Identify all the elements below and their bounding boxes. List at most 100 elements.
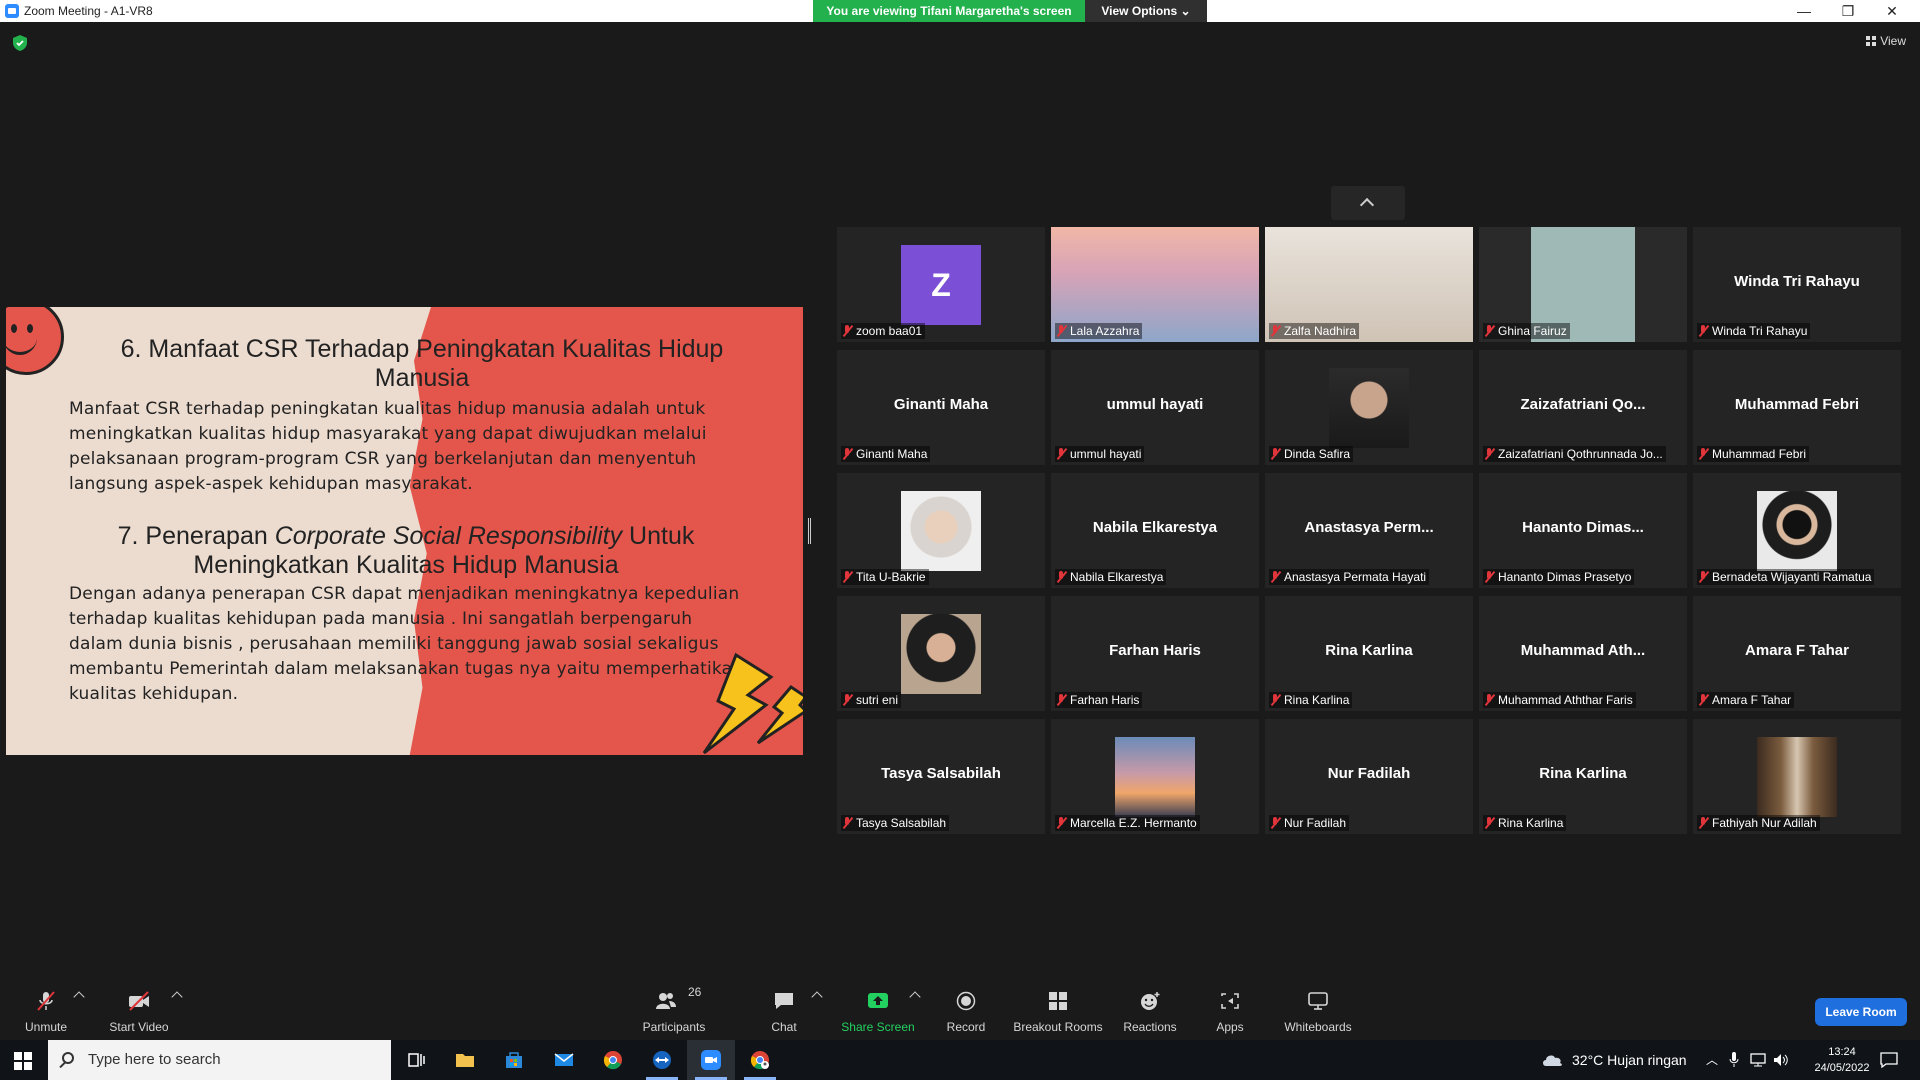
participant-tile[interactable]: Lala Azzahra [1051, 227, 1259, 342]
muted-mic-icon [1484, 325, 1494, 337]
view-button-label: View [1880, 34, 1906, 48]
maximize-button[interactable]: ❐ [1826, 0, 1870, 22]
muted-mic-icon [1270, 448, 1280, 460]
participant-tile[interactable]: Zalfa Nadhira [1265, 227, 1473, 342]
notifications-icon[interactable] [1880, 1052, 1898, 1068]
participant-tile[interactable]: Bernadeta Wijayanti Ramatua [1693, 473, 1901, 588]
share-options-caret[interactable] [908, 975, 922, 1040]
participant-name: Tita U-Bakrie [856, 570, 926, 584]
participant-tile[interactable]: Ghina Fairuz [1479, 227, 1687, 342]
view-options-button[interactable]: View Options ⌄ [1085, 0, 1207, 22]
unmute-label: Unmute [24, 1020, 68, 1034]
participant-display-name: Winda Tri Rahayu [1734, 273, 1860, 290]
participant-tile[interactable]: ummul hayati ummul hayati [1051, 350, 1259, 465]
participant-name-label: Ginanti Maha [841, 446, 931, 462]
close-button[interactable]: ✕ [1870, 0, 1914, 22]
participant-tile[interactable]: Rina Karlina Rina Karlina [1265, 596, 1473, 711]
slide-heading-7: 7. Penerapan Corporate Social Responsibi… [66, 522, 746, 580]
participant-name: Amara F Tahar [1712, 693, 1792, 707]
participant-tile[interactable]: Ginanti Maha Ginanti Maha [837, 350, 1045, 465]
chat-button[interactable]: Chat [762, 975, 806, 1040]
show-hidden-icons-caret[interactable]: ︿ [1706, 1040, 1718, 1080]
taskbar-teamviewer[interactable] [638, 1040, 686, 1080]
participant-tile[interactable]: Marcella E.Z. Hermanto [1051, 719, 1259, 834]
participant-tile[interactable]: Fathiyah Nur Adilah [1693, 719, 1901, 834]
volume-icon[interactable] [1773, 1052, 1789, 1068]
taskbar-chrome-profile[interactable] [736, 1040, 784, 1080]
reactions-button[interactable]: Reactions [1120, 975, 1180, 1040]
store-icon [506, 1052, 522, 1068]
participant-name-label: Rina Karlina [1269, 692, 1353, 708]
audio-options-caret[interactable] [72, 975, 86, 1040]
participant-tile[interactable]: Muhammad Ath... Muhammad Aththar Faris [1479, 596, 1687, 711]
muted-mic-icon [1056, 325, 1066, 337]
participant-tile[interactable]: Nur Fadilah Nur Fadilah [1265, 719, 1473, 834]
reactions-label: Reactions [1123, 1020, 1177, 1034]
muted-mic-icon [1484, 694, 1494, 706]
taskbar-zoom[interactable] [687, 1040, 735, 1080]
participant-tile[interactable]: Tasya Salsabilah Tasya Salsabilah [837, 719, 1045, 834]
taskbar-mail[interactable] [540, 1040, 588, 1080]
participant-tile[interactable]: Hananto Dimas... Hananto Dimas Prasetyo [1479, 473, 1687, 588]
muted-mic-icon [1698, 448, 1708, 460]
participant-display-name: Rina Karlina [1539, 765, 1627, 782]
participant-name-label: Tita U-Bakrie [841, 569, 929, 585]
participant-display-name: ummul hayati [1106, 396, 1204, 413]
network-icon[interactable] [1750, 1052, 1766, 1068]
start-video-button[interactable]: Start Video [104, 975, 174, 1040]
minimize-button[interactable]: — [1782, 0, 1826, 22]
taskbar-store[interactable] [490, 1040, 538, 1080]
taskbar-clock[interactable]: 13:24 24/05/2022 [1806, 1044, 1878, 1076]
window-titlebar: Zoom Meeting - A1-VR8 You are viewing Ti… [0, 0, 1920, 22]
participant-name: Ghina Fairuz [1498, 324, 1567, 338]
participant-photo [901, 491, 981, 571]
participants-button[interactable]: 26 Participants [636, 975, 712, 1040]
taskbar-file-explorer[interactable] [441, 1040, 489, 1080]
participant-photo [1115, 737, 1195, 817]
view-button[interactable]: View [1866, 34, 1906, 48]
leave-room-button[interactable]: Leave Room [1815, 998, 1907, 1026]
muted-mic-icon [842, 448, 852, 460]
participant-name: sutri eni [856, 693, 899, 707]
weather-text[interactable]: 32°C Hujan ringan [1572, 1040, 1687, 1080]
breakout-rooms-button[interactable]: Breakout Rooms [1010, 975, 1106, 1040]
participant-tile[interactable]: Muhammad Febri Muhammad Febri [1693, 350, 1901, 465]
participant-display-name: Nabila Elkarestya [1092, 519, 1218, 536]
taskbar-chrome[interactable] [589, 1040, 637, 1080]
windows-start-icon[interactable] [14, 1052, 32, 1070]
muted-mic-icon [1056, 817, 1066, 829]
unmute-button[interactable]: Unmute [16, 975, 76, 1040]
participant-tile[interactable]: Anastasya Perm... Anastasya Permata Hayat… [1265, 473, 1473, 588]
participant-tile[interactable]: sutri eni [837, 596, 1045, 711]
folder-icon [456, 1054, 474, 1067]
whiteboards-label: Whiteboards [1284, 1020, 1352, 1034]
participant-tile[interactable]: Amara F Tahar Amara F Tahar [1693, 596, 1901, 711]
participant-tile[interactable]: Tita U-Bakrie [837, 473, 1045, 588]
microphone-tray-icon[interactable] [1729, 1052, 1739, 1068]
participant-tile[interactable]: Nabila Elkarestya Nabila Elkarestya [1051, 473, 1259, 588]
participant-tile[interactable]: Dinda Safira [1265, 350, 1473, 465]
security-shield-icon[interactable] [12, 34, 28, 52]
whiteboards-button[interactable]: Whiteboards [1280, 975, 1356, 1040]
share-screen-button[interactable]: Share Screen [838, 975, 918, 1040]
participant-name: Zalfa Nadhira [1284, 324, 1357, 338]
taskbar-search-box[interactable]: Type here to search [48, 1040, 391, 1080]
record-label: Record [946, 1020, 986, 1034]
whiteboard-icon [1308, 992, 1328, 1010]
apps-button[interactable]: Apps [1210, 975, 1250, 1040]
participant-tile[interactable]: Zzoom baa01 [837, 227, 1045, 342]
muted-mic-icon [1270, 571, 1280, 583]
participant-tile[interactable]: Zaizafatriani Qo... Zaizafatriani Qothrun… [1479, 350, 1687, 465]
participant-name-label: Rina Karlina [1483, 815, 1567, 831]
participant-tile[interactable]: Winda Tri Rahayu Winda Tri Rahayu [1693, 227, 1901, 342]
task-view-button[interactable] [392, 1040, 440, 1080]
record-button[interactable]: Record [940, 975, 992, 1040]
grid-icon [1866, 36, 1877, 46]
participant-tile[interactable]: Farhan Haris Farhan Haris [1051, 596, 1259, 711]
chat-options-caret[interactable] [810, 975, 824, 1040]
participant-tile[interactable]: Rina Karlina Rina Karlina [1479, 719, 1687, 834]
participants-label: Participants [642, 1020, 706, 1034]
video-options-caret[interactable] [170, 975, 184, 1040]
gallery-page-up-button[interactable] [1331, 186, 1405, 220]
split-view-handle[interactable] [808, 518, 811, 544]
